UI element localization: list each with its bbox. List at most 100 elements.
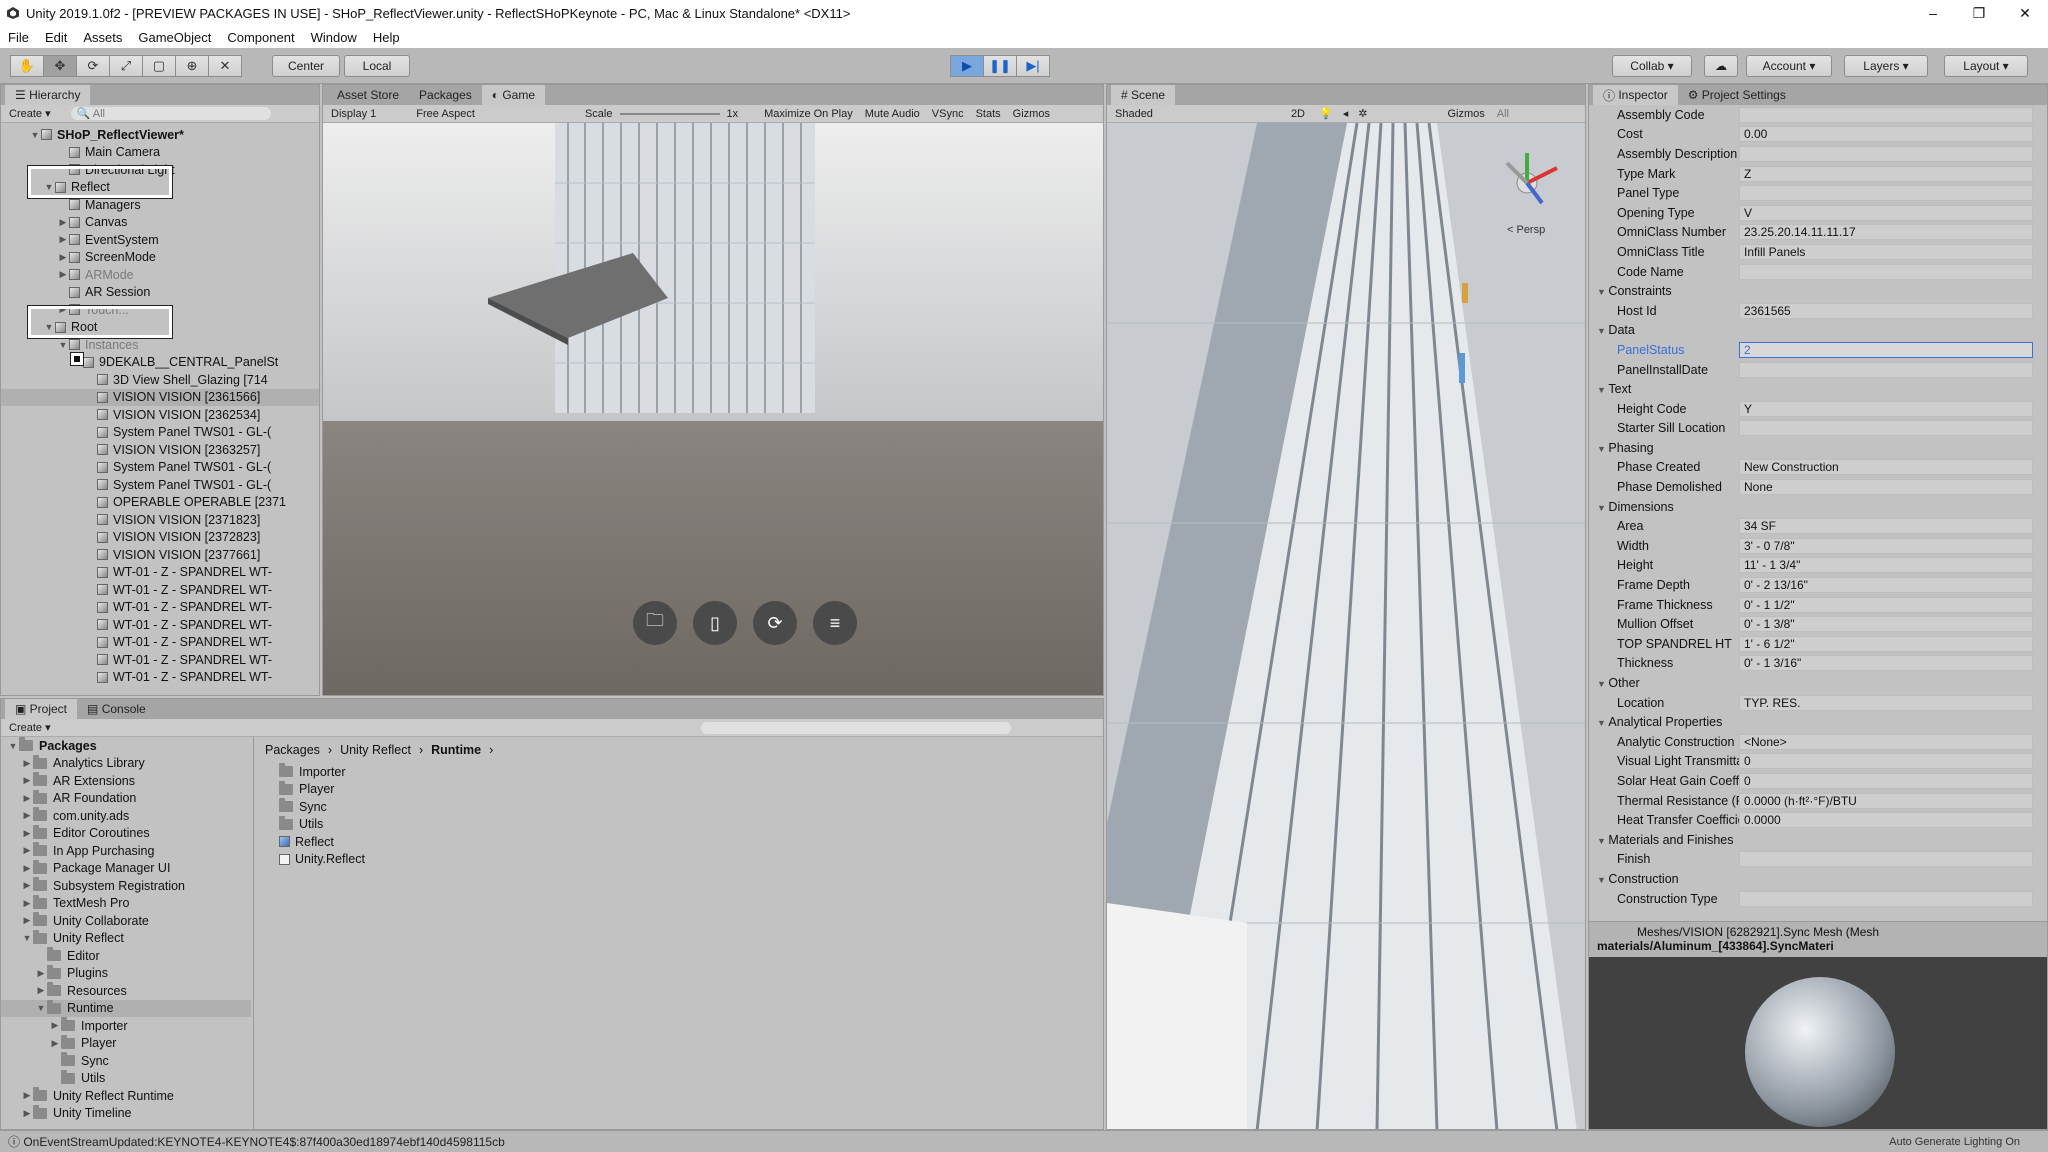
pivot-center-button[interactable]: Center bbox=[272, 55, 340, 77]
hierarchy-item[interactable]: WT-01 - Z - SPANDREL WT- bbox=[1, 616, 319, 634]
collapsed-arrow-icon[interactable]: ▶ bbox=[57, 234, 69, 245]
project-tree-item[interactable]: ▶ AR Foundation bbox=[1, 789, 251, 808]
inspector-section[interactable]: ▼ Construction bbox=[1589, 869, 2047, 889]
inspector-field-value[interactable]: 3' - 0 7/8" bbox=[1739, 537, 2033, 554]
section-arrow-icon[interactable]: ▼ bbox=[1597, 326, 1608, 336]
menu-gameobject[interactable]: GameObject bbox=[138, 30, 211, 45]
section-arrow-icon[interactable]: ▼ bbox=[1597, 718, 1608, 728]
custom-tool-icon[interactable]: ✕ bbox=[208, 55, 242, 77]
inspector-field-value[interactable]: 0' - 1 3/16" bbox=[1739, 655, 2033, 672]
hierarchy-item[interactable]: VISION VISION [2361566] bbox=[1, 388, 319, 406]
tab-game[interactable]: ◐ Game bbox=[481, 85, 546, 105]
project-file-item[interactable]: Unity.Reflect bbox=[279, 851, 365, 869]
project-tree-item[interactable]: ▶ Importer bbox=[1, 1017, 251, 1035]
step-icon[interactable]: ▶| bbox=[1016, 55, 1050, 77]
section-arrow-icon[interactable]: ▼ bbox=[1597, 287, 1608, 297]
phone-icon[interactable]: ▯ bbox=[693, 601, 737, 645]
layers-dropdown[interactable]: Layers ▾ bbox=[1844, 55, 1928, 77]
inspector-field-value[interactable]: 2361565 bbox=[1739, 302, 2033, 319]
inspector-section[interactable]: ▼ Text bbox=[1589, 379, 2047, 399]
scene-search-input[interactable]: All bbox=[1497, 108, 1509, 120]
hierarchy-item[interactable]: Managers bbox=[1, 196, 319, 214]
inspector-field-value[interactable]: 34 SF bbox=[1739, 518, 2033, 535]
project-tree-item[interactable]: ▶ Analytics Library bbox=[1, 754, 251, 773]
inspector-field-value[interactable] bbox=[1739, 185, 2033, 202]
inspector-section[interactable]: ▼ Materials and Finishes bbox=[1589, 830, 2047, 850]
folder-icon[interactable]: 🗀 bbox=[633, 601, 677, 645]
inspector-field-value[interactable] bbox=[1739, 106, 2033, 123]
expanded-arrow-icon[interactable]: ▼ bbox=[29, 130, 41, 140]
project-tree-item[interactable]: ▶ In App Purchasing bbox=[1, 842, 251, 860]
collapsed-arrow-icon[interactable]: ▶ bbox=[21, 810, 33, 821]
hierarchy-item[interactable]: 3D View Shell_Glazing [714 bbox=[1, 371, 319, 389]
inspector-field-value[interactable]: 11' - 1 3/4" bbox=[1739, 557, 2033, 574]
collapsed-arrow-icon[interactable]: ▶ bbox=[49, 1020, 61, 1031]
minimize-button[interactable]: – bbox=[1910, 0, 1956, 26]
section-arrow-icon[interactable]: ▼ bbox=[1597, 503, 1608, 513]
project-tree-item[interactable]: ▶ Editor Coroutines bbox=[1, 824, 251, 843]
inspector-field-value[interactable]: New Construction bbox=[1739, 459, 2033, 476]
hierarchy-item[interactable]: ▶ ScreenMode bbox=[1, 249, 319, 267]
hierarchy-item[interactable]: OPERABLE OPERABLE [2371 bbox=[1, 494, 319, 512]
project-file-item[interactable]: Player bbox=[279, 780, 365, 799]
collapsed-arrow-icon[interactable]: ▶ bbox=[21, 793, 33, 804]
tab-project[interactable]: ▣ Project bbox=[5, 699, 78, 719]
project-tree-item[interactable]: ▶ Player bbox=[1, 1034, 251, 1053]
hierarchy-item[interactable]: VISION VISION [2363257] bbox=[1, 441, 319, 459]
menu-edit[interactable]: Edit bbox=[45, 30, 67, 45]
inspector-field-value[interactable] bbox=[1739, 890, 2033, 907]
project-tree-item[interactable]: ▶ Unity Timeline bbox=[1, 1104, 251, 1123]
mute-audio-toggle[interactable]: Mute Audio bbox=[865, 108, 920, 120]
collapsed-arrow-icon[interactable]: ▶ bbox=[35, 968, 47, 979]
rotate-tool-icon[interactable]: ⟳ bbox=[76, 55, 110, 77]
gizmos-toggle[interactable]: Gizmos bbox=[1013, 108, 1050, 120]
scene-gizmos-dropdown[interactable]: Gizmos bbox=[1447, 108, 1484, 120]
collapsed-arrow-icon[interactable]: ▶ bbox=[21, 775, 33, 786]
close-button[interactable]: ✕ bbox=[2002, 0, 2048, 26]
breadcrumb-packages[interactable]: Packages bbox=[265, 743, 320, 757]
section-arrow-icon[interactable]: ▼ bbox=[1597, 875, 1608, 885]
filter-icon[interactable]: ≡ bbox=[813, 601, 857, 645]
expanded-arrow-icon[interactable]: ▼ bbox=[21, 933, 33, 943]
inspector-field-value[interactable]: 23.25.20.14.11.11.17 bbox=[1739, 224, 2033, 241]
collapsed-arrow-icon[interactable]: ▶ bbox=[21, 898, 33, 909]
tab-scene[interactable]: # Scene bbox=[1111, 85, 1176, 105]
transform-tool-icon[interactable]: ⊕ bbox=[175, 55, 209, 77]
project-file-item[interactable]: Sync bbox=[279, 798, 365, 816]
display-dropdown[interactable]: Display 1 bbox=[331, 108, 376, 120]
inspector-field-value[interactable]: Z bbox=[1739, 165, 2033, 182]
collapsed-arrow-icon[interactable]: ▶ bbox=[21, 1108, 33, 1119]
collapsed-arrow-icon[interactable]: ▶ bbox=[21, 915, 33, 926]
inspector-field-value[interactable]: 0' - 2 13/16" bbox=[1739, 577, 2033, 594]
project-tree-item[interactable]: ▶ Package Manager UI bbox=[1, 859, 251, 878]
collapsed-arrow-icon[interactable]: ▶ bbox=[49, 1038, 61, 1049]
collapsed-arrow-icon[interactable]: ▶ bbox=[57, 269, 69, 280]
project-tree-item[interactable]: Sync bbox=[1, 1052, 251, 1070]
inspector-field-value[interactable]: 0' - 1 3/8" bbox=[1739, 616, 2033, 633]
pause-icon[interactable]: ❚❚ bbox=[983, 55, 1017, 77]
project-search-input[interactable] bbox=[701, 721, 1011, 734]
inspector-field-value[interactable]: Y bbox=[1739, 400, 2033, 417]
account-dropdown[interactable]: Account ▾ bbox=[1746, 55, 1832, 77]
collapsed-arrow-icon[interactable]: ▶ bbox=[21, 880, 33, 891]
section-arrow-icon[interactable]: ▼ bbox=[1597, 679, 1608, 689]
tab-project-settings[interactable]: ⚙ Project Settings bbox=[1678, 85, 1796, 105]
pivot-local-button[interactable]: Local bbox=[344, 55, 410, 77]
collapsed-arrow-icon[interactable]: ▶ bbox=[21, 845, 33, 856]
project-tree-item[interactable]: ▶ Unity Collaborate bbox=[1, 912, 251, 930]
tab-console[interactable]: ▤ Console bbox=[77, 699, 156, 719]
section-arrow-icon[interactable]: ▼ bbox=[1597, 385, 1608, 395]
breadcrumb-runtime[interactable]: Runtime bbox=[431, 743, 481, 757]
inspector-field-value[interactable] bbox=[1739, 263, 2033, 280]
collapsed-arrow-icon[interactable]: ▶ bbox=[57, 252, 69, 263]
project-tree-item[interactable]: ▶ Unity Reflect Runtime bbox=[1, 1087, 251, 1105]
cloud-icon[interactable]: ☁ bbox=[1704, 55, 1738, 77]
hierarchy-item[interactable]: WT-01 - Z - SPANDREL WT- bbox=[1, 651, 319, 669]
collapsed-arrow-icon[interactable]: ▶ bbox=[21, 758, 33, 769]
hierarchy-item[interactable]: ▶ EventSystem bbox=[1, 231, 319, 249]
2d-toggle[interactable]: 2D bbox=[1291, 108, 1305, 120]
hierarchy-item[interactable]: System Panel TWS01 - GL-( bbox=[1, 459, 319, 477]
project-tree-item[interactable]: ▶ com.unity.ads bbox=[1, 807, 251, 825]
inspector-field-value[interactable]: 0.00 bbox=[1739, 126, 2033, 143]
hierarchy-item[interactable]: System Panel TWS01 - GL-( bbox=[1, 424, 319, 442]
